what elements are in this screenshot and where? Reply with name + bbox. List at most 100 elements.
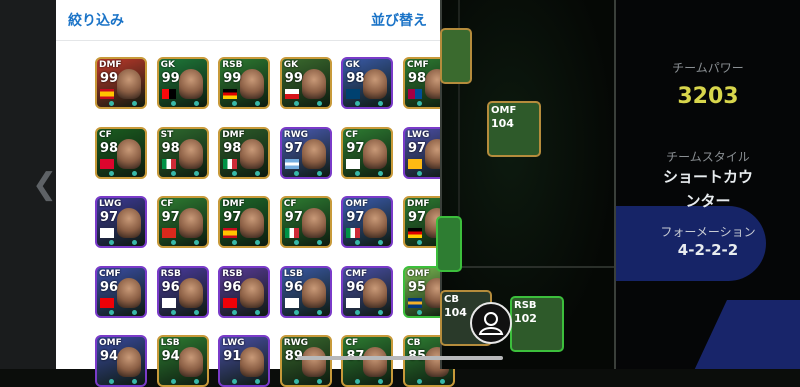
- skill-dot-icon: [132, 101, 137, 106]
- skill-dot-icon: [378, 170, 384, 176]
- player-position: RSB: [222, 268, 243, 279]
- pitch-player-card-topleft[interactable]: [440, 28, 472, 84]
- skill-dot-icon: [109, 101, 114, 106]
- skill-dot-icon: [232, 170, 238, 176]
- player-card[interactable]: CF 97: [279, 196, 332, 248]
- team-badge-icon: [346, 89, 361, 99]
- player-card[interactable]: CMF 96: [341, 265, 394, 318]
- skill-dot-icon: [293, 379, 299, 384]
- skill-dot-icon: [355, 101, 361, 106]
- player-position: OMF: [99, 338, 122, 348]
- player-position: RWG: [283, 338, 309, 348]
- skill-dot-icon: [293, 101, 299, 106]
- skill-dot-icon: [417, 101, 422, 106]
- skill-dot-icon: [316, 101, 322, 106]
- pitch-player-card-omf[interactable]: OMF 104: [487, 101, 541, 157]
- player-card[interactable]: GK 98: [341, 57, 394, 109]
- player-card[interactable]: DMF 97: [218, 196, 271, 248]
- player-card[interactable]: LSB 96: [279, 265, 332, 318]
- player-card[interactable]: RSB 96: [218, 265, 271, 318]
- player-card[interactable]: RWG 89: [279, 335, 332, 387]
- home-indicator[interactable]: [297, 356, 503, 360]
- player-rating: 97: [284, 140, 303, 156]
- player-card[interactable]: RSB 99: [218, 57, 271, 109]
- player-card[interactable]: CF 98: [95, 126, 147, 179]
- skill-dot-icon: [170, 240, 176, 245]
- sort-button[interactable]: 並び替え: [371, 10, 427, 30]
- player-card[interactable]: LWG 91: [218, 335, 271, 387]
- player-portrait: [240, 347, 265, 377]
- player-position: DMF: [407, 199, 430, 209]
- decorative-shape: [685, 300, 800, 369]
- filter-button[interactable]: 絞り込み: [68, 10, 124, 30]
- team-badge-icon: [408, 228, 422, 238]
- formation-pitch[interactable]: OMF 104 CB 104 RSB 102: [436, 0, 616, 369]
- formation-label: フォーメーション: [660, 225, 756, 239]
- player-rating: 97: [161, 210, 180, 225]
- player-card[interactable]: GK 99: [279, 57, 332, 109]
- skill-dot-icon: [193, 170, 199, 176]
- team-badge-icon: [100, 228, 114, 238]
- player-card[interactable]: CMF 96: [95, 265, 147, 318]
- player-rating: 98: [161, 140, 180, 156]
- player-position: GK: [283, 60, 299, 70]
- player-card[interactable]: RWG 97: [279, 126, 332, 179]
- player-card[interactable]: GK 99: [156, 57, 209, 109]
- skill-dot-icon: [193, 101, 199, 106]
- player-card[interactable]: LWG 97: [95, 196, 147, 248]
- skill-dot-icon: [255, 309, 261, 315]
- team-power-label: チームパワー: [672, 61, 744, 75]
- skill-dot-icon: [193, 240, 199, 245]
- player-rating: 94: [161, 349, 180, 364]
- player-portrait: [301, 277, 326, 308]
- team-badge-icon: [346, 297, 361, 308]
- player-portrait: [178, 208, 203, 238]
- player-rating: 97: [408, 140, 427, 156]
- team-info-panel: チームパワー 3203 チームスタイル ショートカウ ンター フォーメーション …: [616, 0, 800, 369]
- player-card[interactable]: CF 97: [156, 196, 209, 248]
- player-rating: 99: [284, 71, 303, 86]
- player-rating: 97: [100, 210, 119, 225]
- skill-dot-icon: [316, 309, 322, 315]
- player-card[interactable]: OMF 97: [341, 196, 394, 248]
- team-badge-icon: [284, 158, 299, 169]
- team-badge-icon: [161, 228, 176, 238]
- team-badge-icon: [161, 89, 176, 99]
- team-badge-icon: [223, 228, 238, 238]
- player-portrait: [301, 208, 326, 238]
- skill-dot-icon: [355, 240, 361, 245]
- player-card[interactable]: LSB 94: [156, 335, 209, 387]
- player-position: CB: [407, 338, 421, 348]
- pitch-player-card-left[interactable]: [436, 216, 462, 272]
- player-card[interactable]: DMF 99: [95, 57, 147, 109]
- player-card[interactable]: CF87: [341, 335, 394, 387]
- skill-dot-icon: [232, 240, 238, 245]
- skill-dot-icon: [417, 379, 422, 384]
- player-card[interactable]: RSB 96: [156, 265, 209, 318]
- user-switch-button[interactable]: [470, 302, 512, 344]
- skill-dot-icon: [232, 309, 238, 315]
- player-card[interactable]: CF 97: [341, 126, 394, 179]
- skill-dot-icon: [417, 309, 422, 315]
- team-power-value: 3203: [677, 84, 739, 109]
- player-rating: 98: [346, 71, 365, 86]
- team-badge-icon: [408, 89, 422, 99]
- player-card[interactable]: DMF 98: [218, 126, 271, 179]
- player-portrait: [117, 208, 141, 238]
- skill-dot-icon: [193, 309, 199, 315]
- skill-dot-icon: [109, 240, 114, 245]
- formation-value: 4-2-2-2: [677, 241, 739, 259]
- player-rating: 94: [100, 349, 119, 364]
- pitch-player-rating: 102: [514, 312, 537, 325]
- person-icon: [478, 312, 504, 335]
- player-portrait: [363, 69, 388, 99]
- skill-dot-icon: [355, 379, 361, 384]
- player-rating: 98: [100, 140, 119, 156]
- player-card[interactable]: ST 98: [156, 126, 209, 179]
- player-position: ST: [160, 129, 174, 140]
- chevron-left-icon[interactable]: ❮: [32, 170, 57, 200]
- player-position: CF: [99, 129, 112, 140]
- pitch-player-position: RSB: [514, 300, 537, 311]
- pitch-player-card-rsb[interactable]: RSB 102: [510, 296, 564, 352]
- player-card[interactable]: OMF 94: [95, 335, 147, 387]
